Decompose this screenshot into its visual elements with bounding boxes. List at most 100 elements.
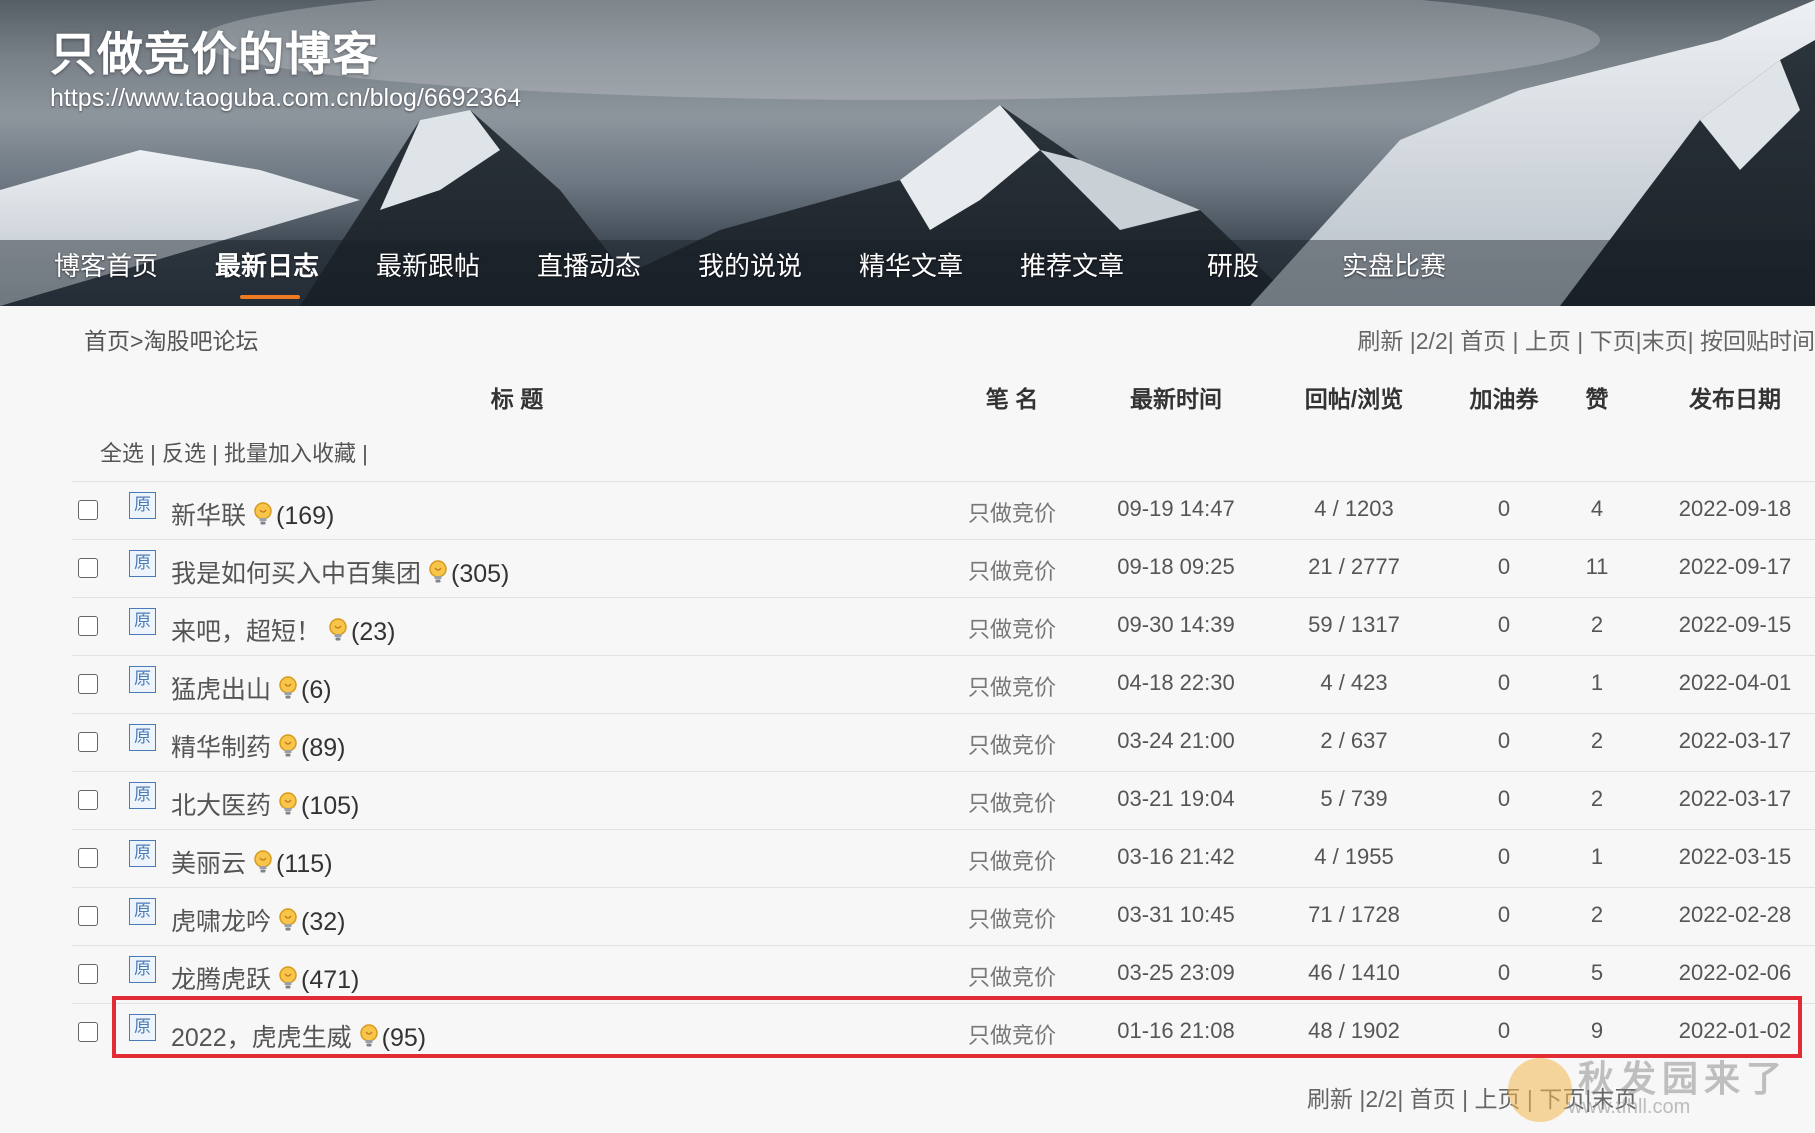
row-coupon-count: 0	[1497, 844, 1511, 869]
row-coupon-count: 0	[1497, 612, 1511, 637]
breadcrumb-home-link[interactable]: 首页	[84, 328, 130, 354]
next-page-link[interactable]: 下页	[1590, 328, 1636, 354]
row-author[interactable]: 只做竞价	[968, 902, 1056, 934]
row-publish-date: 2022-03-17	[1678, 786, 1792, 811]
row-author[interactable]: 只做竞价	[968, 960, 1056, 992]
row-author[interactable]: 只做竞价	[968, 1018, 1056, 1050]
table-header: 标 题 笔 名 最新时间 回帖/浏览 加油券 赞 发布日期	[72, 370, 1815, 420]
row-replies-views: 5 / 739	[1320, 786, 1388, 811]
row-latest-time: 04-18 22:30	[1117, 670, 1235, 695]
sort-by-reply-time-link[interactable]: 按回贴时间	[1700, 328, 1815, 354]
row-checkbox[interactable]	[78, 1022, 98, 1042]
prev-page-link-bottom[interactable]: 上页	[1474, 1086, 1520, 1112]
row-view-count: (32)	[301, 908, 346, 936]
row-replies-views: 71 / 1728	[1308, 902, 1400, 927]
row-author[interactable]: 只做竞价	[968, 728, 1056, 760]
table-row: 原来吧，超短！ (23) 只做竞价 09-30 14:39 59 / 1317 0 2 202…	[72, 597, 1815, 655]
row-checkbox[interactable]	[78, 616, 98, 636]
row-checkbox[interactable]	[78, 558, 98, 578]
row-latest-time: 09-30 14:39	[1117, 612, 1235, 637]
row-title-link[interactable]: 来吧，超短！ (23)	[171, 612, 395, 648]
original-badge-icon: 原	[129, 1014, 156, 1041]
row-latest-time: 09-19 14:47	[1117, 496, 1235, 521]
refresh-link-bottom[interactable]: 刷新	[1307, 1086, 1353, 1112]
row-title-text: 猛虎出山	[171, 676, 272, 704]
row-view-count: (471)	[301, 966, 360, 994]
first-page-link-bottom[interactable]: 首页	[1410, 1086, 1456, 1112]
row-title-link[interactable]: 龙腾虎跃 (471)	[171, 960, 359, 996]
row-title-link[interactable]: 美丽云 (115)	[171, 844, 333, 880]
table-row: 原我是如何买入中百集团 (305) 只做竞价 09-18 09:25 21 / 2777…	[72, 539, 1815, 597]
table-row: 原精华制药 (89) 只做竞价 03-24 21:00 2 / 637 0 2 2022-03…	[72, 713, 1815, 771]
nav-latest-replies[interactable]: 最新跟帖	[376, 246, 480, 283]
row-author[interactable]: 只做竞价	[968, 844, 1056, 876]
row-author[interactable]: 只做竞价	[968, 670, 1056, 702]
original-badge-icon: 原	[129, 492, 156, 519]
row-author[interactable]: 只做竞价	[968, 612, 1056, 644]
row-latest-time: 09-18 09:25	[1117, 554, 1235, 579]
col-header-title: 标 题	[490, 386, 544, 412]
lightbulb-icon	[277, 965, 299, 991]
nav-stock-research[interactable]: 研股	[1207, 246, 1259, 283]
row-publish-date: 2022-09-18	[1678, 496, 1792, 521]
row-view-count: (95)	[381, 1024, 427, 1052]
row-title-text: 虎啸龙吟	[171, 908, 272, 936]
table-row: 原虎啸龙吟 (32) 只做竞价 03-31 10:45 71 / 1728 0 2 2022-…	[72, 887, 1815, 945]
nav-my-posts[interactable]: 我的说说	[698, 246, 802, 283]
row-replies-views: 4 / 1203	[1314, 496, 1394, 521]
last-page-link[interactable]: 末页	[1642, 328, 1688, 354]
row-title-link[interactable]: 2022，虎虎生威 (95)	[171, 1018, 426, 1054]
original-badge-icon: 原	[129, 956, 156, 983]
row-author[interactable]: 只做竞价	[968, 786, 1056, 818]
lightbulb-icon	[327, 617, 349, 643]
breadcrumb-forum-link[interactable]: 淘股吧论坛	[143, 328, 258, 354]
row-title-link[interactable]: 北大医药 (105)	[171, 786, 359, 822]
next-page-link-bottom[interactable]: 下页	[1539, 1086, 1585, 1112]
row-title-link[interactable]: 新华联 (169)	[171, 496, 334, 532]
table-row: 原猛虎出山 (6) 只做竞价 04-18 22:30 4 / 423 0 1 2022-04-…	[72, 655, 1815, 713]
row-publish-date: 2022-02-28	[1678, 902, 1792, 927]
row-title-link[interactable]: 虎啸龙吟 (32)	[171, 902, 345, 938]
breadcrumb: 首页>淘股吧论坛	[84, 322, 258, 356]
row-checkbox[interactable]	[78, 848, 98, 868]
row-replies-views: 46 / 1410	[1308, 960, 1400, 985]
row-like-count: 4	[1590, 496, 1604, 521]
row-publish-date: 2022-04-01	[1678, 670, 1792, 695]
invert-selection-link[interactable]: 反选	[162, 441, 206, 466]
row-checkbox[interactable]	[78, 500, 98, 520]
original-badge-icon: 原	[129, 724, 156, 751]
row-author[interactable]: 只做竞价	[968, 496, 1056, 528]
prev-page-link[interactable]: 上页	[1525, 328, 1571, 354]
row-checkbox[interactable]	[78, 732, 98, 752]
nav-live-updates[interactable]: 直播动态	[537, 246, 641, 283]
table-row: 原北大医药 (105) 只做竞价 03-21 19:04 5 / 739 0 2 2022-0…	[72, 771, 1815, 829]
row-like-count: 1	[1590, 670, 1604, 695]
nav-blog-home[interactable]: 博客首页	[54, 246, 158, 283]
first-page-link[interactable]: 首页	[1460, 328, 1506, 354]
select-all-link[interactable]: 全选	[100, 441, 144, 466]
col-header-replies-views: 回帖/浏览	[1304, 386, 1404, 412]
row-title-link[interactable]: 猛虎出山 (6)	[171, 670, 332, 706]
pager-top: 刷新 |2/2| 首页 | 上页 | 下页|末页| 按回贴时间	[1357, 328, 1815, 354]
row-like-count: 5	[1590, 960, 1604, 985]
row-coupon-count: 0	[1497, 496, 1511, 521]
row-like-count: 2	[1590, 786, 1604, 811]
refresh-link[interactable]: 刷新	[1357, 328, 1403, 354]
row-checkbox[interactable]	[78, 790, 98, 810]
nav-featured-articles[interactable]: 精华文章	[859, 246, 963, 283]
row-coupon-count: 0	[1497, 554, 1511, 579]
row-author[interactable]: 只做竞价	[968, 554, 1056, 586]
row-latest-time: 03-24 21:00	[1117, 728, 1235, 753]
row-like-count: 2	[1590, 612, 1604, 637]
batch-favorite-link[interactable]: 批量加入收藏	[224, 441, 356, 466]
last-page-link-bottom[interactable]: 末页	[1591, 1086, 1637, 1112]
row-like-count: 2	[1590, 728, 1604, 753]
row-title-link[interactable]: 精华制药 (89)	[171, 728, 345, 764]
row-checkbox[interactable]	[78, 906, 98, 926]
nav-trading-contest[interactable]: 实盘比赛	[1342, 246, 1446, 283]
row-checkbox[interactable]	[78, 964, 98, 984]
nav-latest-logs[interactable]: 最新日志	[215, 246, 319, 283]
row-checkbox[interactable]	[78, 674, 98, 694]
row-title-link[interactable]: 我是如何买入中百集团 (305)	[171, 554, 509, 590]
nav-recommended-articles[interactable]: 推荐文章	[1020, 246, 1124, 283]
